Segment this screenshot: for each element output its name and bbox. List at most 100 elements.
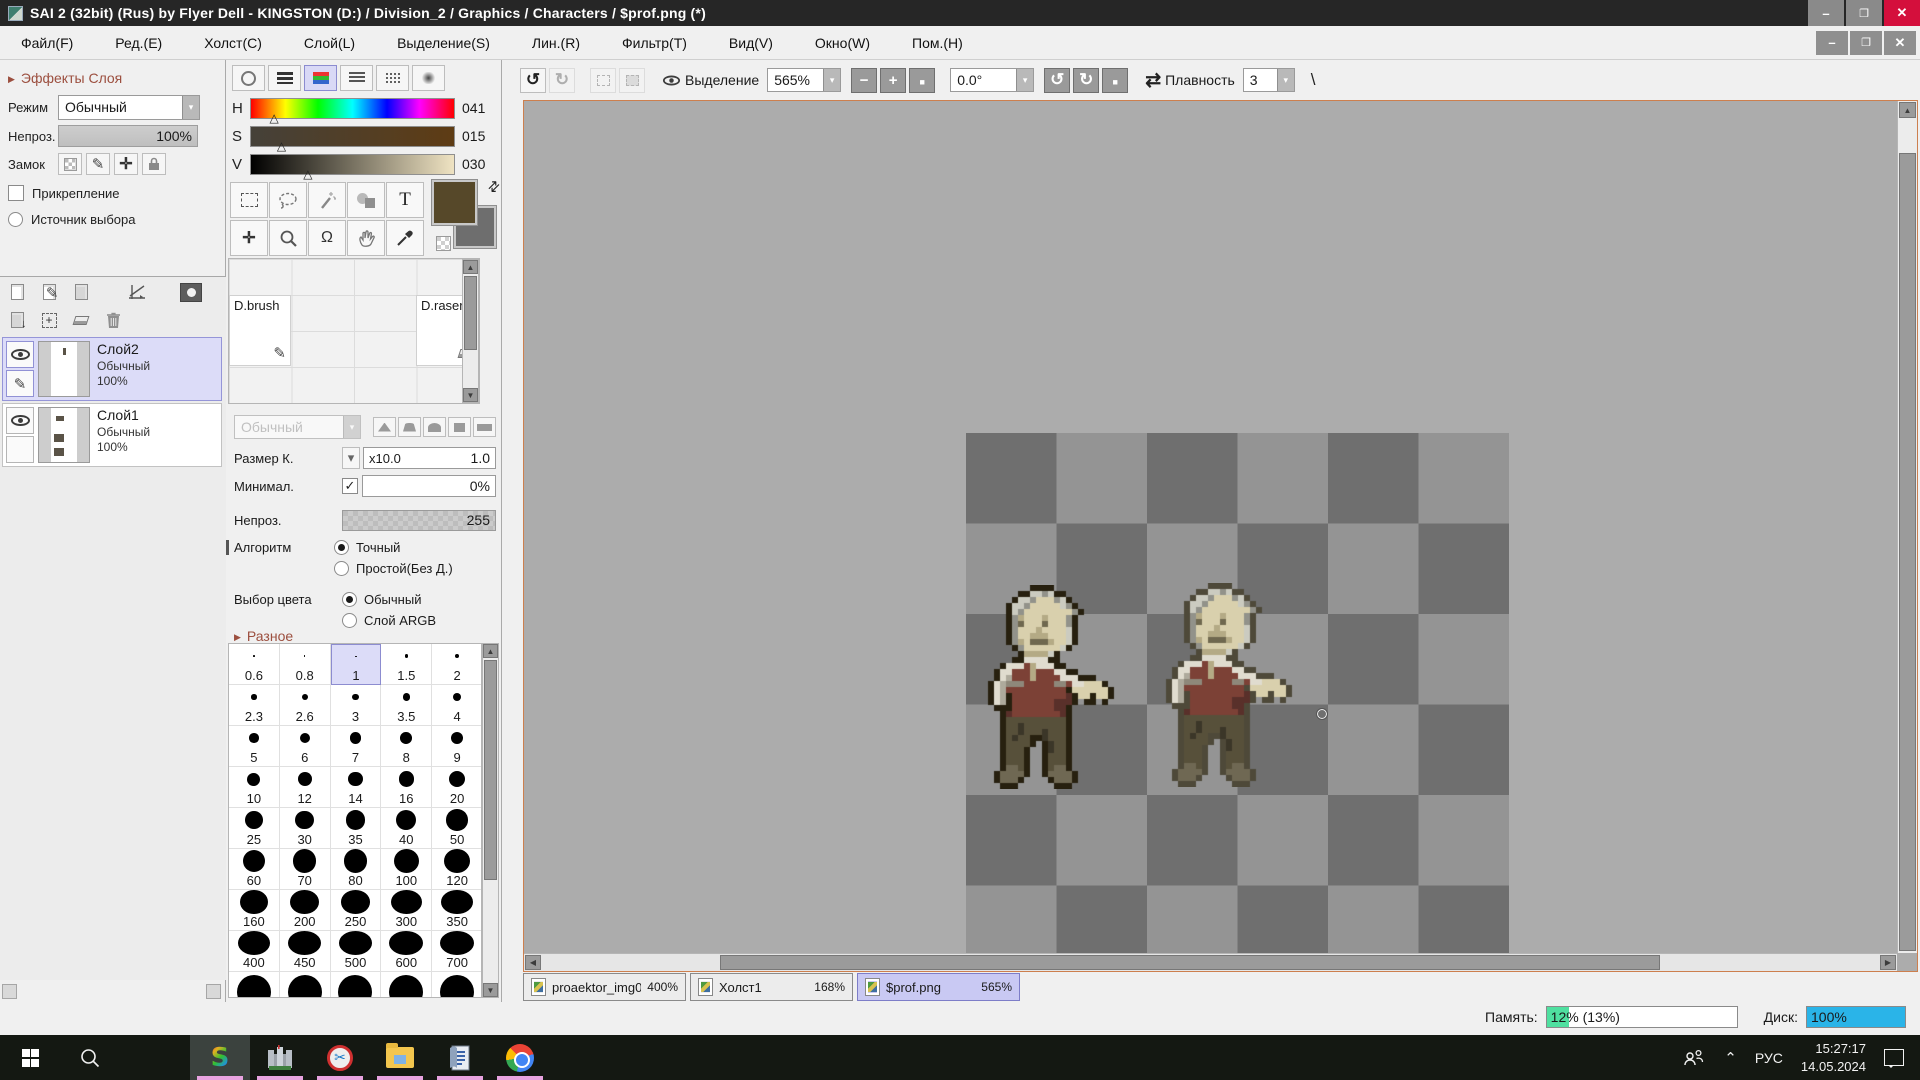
- brush-size-cell[interactable]: 4: [432, 685, 482, 726]
- brush-size-cell[interactable]: 600: [381, 931, 432, 972]
- menu-item[interactable]: Фильтр(T): [601, 35, 708, 51]
- brush-shape-round-button[interactable]: [398, 417, 421, 437]
- color-pick-option-normal[interactable]: Обычный: [342, 592, 436, 607]
- brush-size-cell[interactable]: 9: [432, 726, 482, 767]
- vertical-scrollbar[interactable]: ▲: [1897, 101, 1917, 953]
- scrollbar-thumb[interactable]: [484, 660, 497, 880]
- min-size-checkbox[interactable]: [342, 478, 358, 494]
- action-center-icon[interactable]: [1884, 1049, 1904, 1066]
- brush-size-cell[interactable]: 160: [229, 890, 280, 931]
- layer-opacity-slider[interactable]: 100%: [58, 125, 198, 147]
- brush-shape-flat-button[interactable]: [473, 417, 496, 437]
- panel-scroll-right-button[interactable]: [206, 984, 221, 999]
- size-grid-scrollbar[interactable]: ▲ ▼: [482, 643, 499, 998]
- color-bars-button[interactable]: [268, 65, 301, 91]
- brush-size-cell[interactable]: 6: [280, 726, 331, 767]
- new-canvas-button[interactable]: [4, 280, 30, 304]
- brush-dbrush[interactable]: D.brush: [229, 295, 291, 366]
- shapes-tool-button[interactable]: [347, 182, 385, 218]
- brush-size-cell[interactable]: [229, 972, 280, 998]
- brush-size-cell[interactable]: 25: [229, 808, 280, 849]
- brush-size-cell[interactable]: 450: [280, 931, 331, 972]
- taskbar-search-button[interactable]: [60, 1035, 120, 1080]
- people-icon[interactable]: [1682, 1049, 1706, 1067]
- mixer-button[interactable]: [412, 65, 445, 91]
- chevron-down-icon[interactable]: [1277, 69, 1294, 91]
- hand-tool-button[interactable]: [347, 220, 385, 256]
- saturation-marker-icon[interactable]: △: [277, 139, 286, 153]
- menu-item[interactable]: Слой(L): [283, 35, 376, 51]
- brush-size-cell[interactable]: 30: [280, 808, 331, 849]
- scroll-down-icon[interactable]: ▼: [483, 983, 498, 997]
- rotate-cw-button[interactable]: [1073, 68, 1099, 93]
- lasso-tool-button[interactable]: [269, 182, 307, 218]
- brush-size-cell[interactable]: 400: [229, 931, 280, 972]
- zoom-tool-button[interactable]: [269, 220, 307, 256]
- copy-layer-button[interactable]: +: [36, 308, 62, 332]
- layer-effects-header[interactable]: Эффекты Слоя: [8, 70, 122, 86]
- scrollbar-thumb[interactable]: [464, 276, 477, 350]
- brush-size-cell[interactable]: 2: [432, 644, 482, 685]
- brush-shape-dome-button[interactable]: [423, 417, 446, 437]
- scroll-up-icon[interactable]: ▲: [1899, 102, 1916, 118]
- brush-size-cell[interactable]: 350: [432, 890, 482, 931]
- pixel-art-character-left[interactable]: [982, 585, 1126, 789]
- brush-size-cell[interactable]: 2.6: [280, 685, 331, 726]
- radio-icon[interactable]: [334, 561, 349, 576]
- pixel-art-character-right[interactable]: [1160, 583, 1304, 787]
- document-tab[interactable]: Холст1168%: [690, 973, 853, 1001]
- brush-size-cell[interactable]: 14: [331, 767, 382, 808]
- transfer-down-button[interactable]: ↓: [4, 308, 30, 332]
- selection-visibility-icon[interactable]: [663, 75, 680, 85]
- brush-size-cell[interactable]: 0.6: [229, 644, 280, 685]
- brush-size-cell[interactable]: 3: [331, 685, 382, 726]
- brush-size-cell[interactable]: 1.5: [381, 644, 432, 685]
- brush-size-cell[interactable]: 200: [280, 890, 331, 931]
- radio-icon[interactable]: [342, 592, 357, 607]
- layer-mask-button[interactable]: [178, 280, 204, 304]
- magic-wand-button[interactable]: [308, 182, 346, 218]
- redo-button[interactable]: [549, 68, 575, 93]
- taskbar-notes-app[interactable]: [430, 1035, 490, 1080]
- brush-size-cell[interactable]: 250: [331, 890, 382, 931]
- brush-opacity-slider[interactable]: 255: [342, 510, 496, 531]
- rotate-ccw-button[interactable]: [1044, 68, 1070, 93]
- foreground-color-swatch[interactable]: [432, 180, 477, 225]
- scroll-up-icon[interactable]: ▲: [483, 644, 498, 658]
- document-tab[interactable]: $prof.png565%: [857, 973, 1020, 1001]
- zoom-level-select[interactable]: 565%: [767, 68, 841, 92]
- brush-size-cell[interactable]: 8: [381, 726, 432, 767]
- menu-item[interactable]: Файл(F): [0, 35, 94, 51]
- layer-row-1[interactable]: Слой1 Обычный 100%: [2, 403, 222, 467]
- brush-size-cell[interactable]: 700: [432, 931, 482, 972]
- move-tool-button[interactable]: [230, 220, 268, 256]
- blend-mode-select[interactable]: Обычный: [234, 415, 361, 439]
- swatches-button[interactable]: [340, 65, 373, 91]
- rotate-reset-button[interactable]: [1102, 68, 1128, 93]
- panel-scroll-left-button[interactable]: [2, 984, 17, 999]
- canvas-transparent-checker[interactable]: [966, 433, 1509, 957]
- eyedropper-button[interactable]: [386, 220, 424, 256]
- palette-grid-button[interactable]: [376, 65, 409, 91]
- tray-expand-icon[interactable]: [1724, 1049, 1737, 1067]
- brush-size-cell[interactable]: 300: [381, 890, 432, 931]
- chevron-down-icon[interactable]: [182, 96, 199, 119]
- brush-shape-triangle-button[interactable]: [373, 417, 396, 437]
- start-button[interactable]: [0, 1035, 60, 1080]
- brush-size-cell[interactable]: 40: [381, 808, 432, 849]
- hue-marker-icon[interactable]: △: [270, 111, 279, 125]
- flip-horizontal-icon[interactable]: [1145, 69, 1161, 92]
- brush-size-cell[interactable]: 5: [229, 726, 280, 767]
- doc-restore-button[interactable]: [1850, 31, 1882, 55]
- brush-size-cell[interactable]: 50: [432, 808, 482, 849]
- rotation-angle-select[interactable]: 0.0°: [950, 68, 1034, 92]
- layer-mode-select[interactable]: Обычный: [58, 95, 200, 120]
- brush-size-cell[interactable]: [432, 972, 482, 998]
- zoom-reset-button[interactable]: [909, 68, 935, 93]
- menu-item[interactable]: Вид(V): [708, 35, 794, 51]
- scroll-up-icon[interactable]: ▲: [463, 260, 478, 274]
- layer-edit-button[interactable]: [6, 370, 34, 397]
- minimize-button[interactable]: [1808, 0, 1844, 26]
- rgb-sliders-button[interactable]: [304, 65, 337, 91]
- menu-item[interactable]: Лин.(R): [511, 35, 601, 51]
